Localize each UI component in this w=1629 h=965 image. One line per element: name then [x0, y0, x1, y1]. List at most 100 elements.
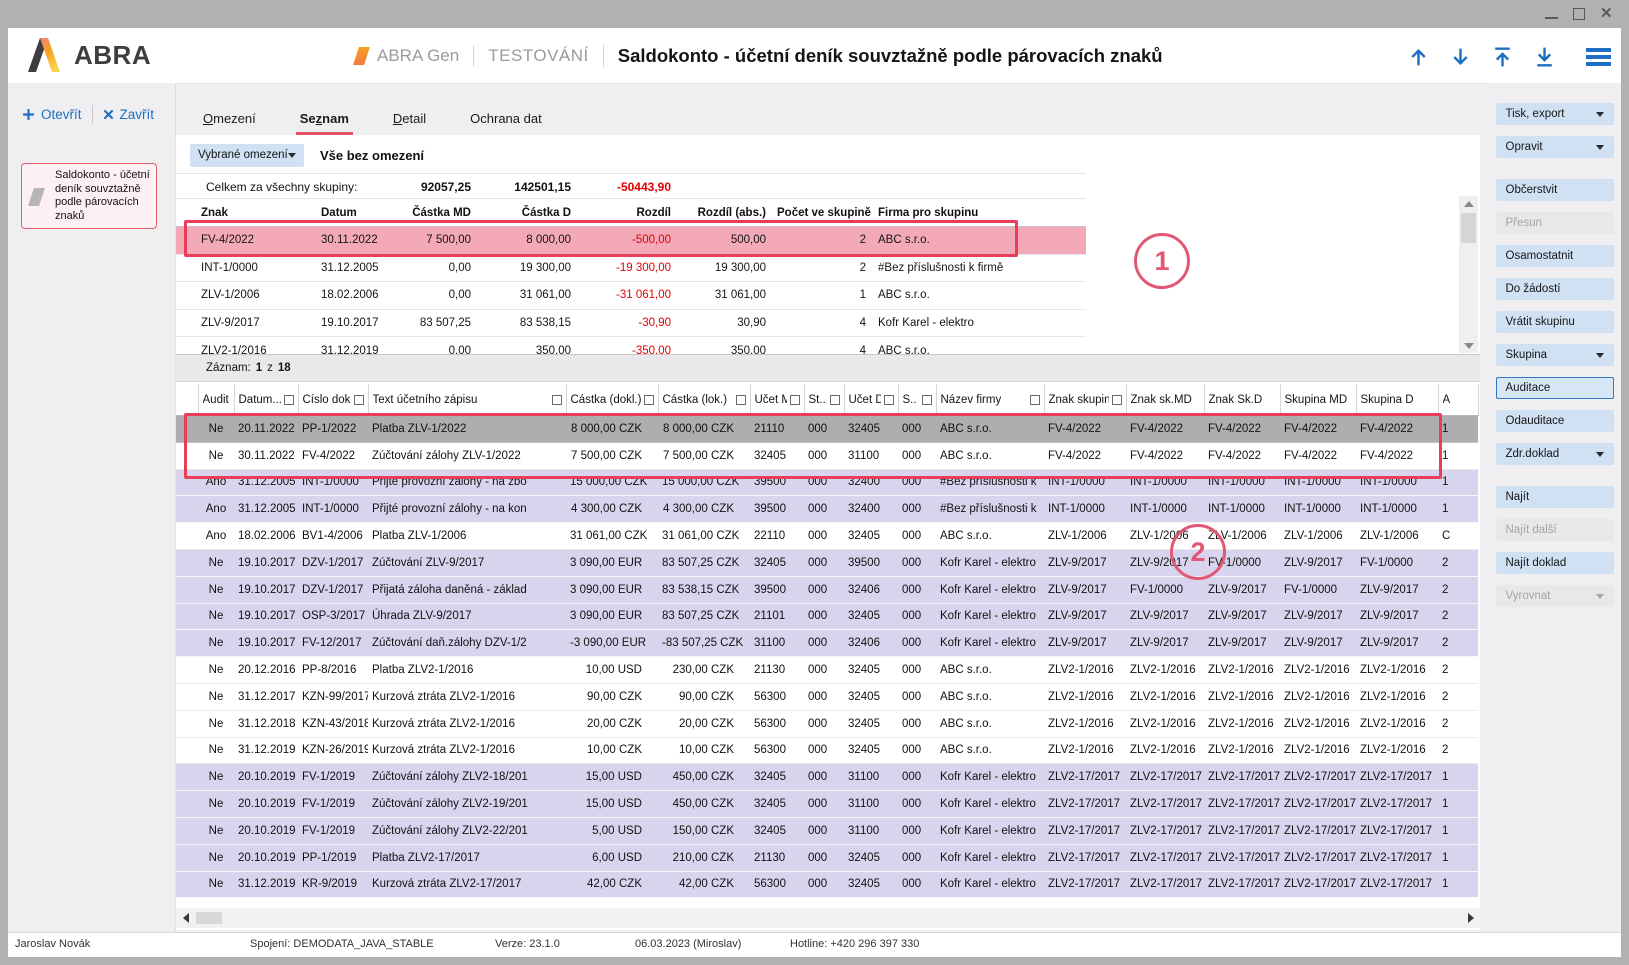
window-titlebar[interactable]: ✕	[0, 0, 1629, 28]
filter-checkbox-icon[interactable]	[552, 395, 562, 405]
scroll-right-icon[interactable]	[1463, 908, 1479, 928]
journal-col-text-etn-ho-z-pisu[interactable]: Text účetního zápisu	[368, 384, 566, 416]
filter-checkbox-icon[interactable]	[644, 395, 654, 405]
journal-row[interactable]: Ne20.10.2019FV-1/2019Zúčtování zálohy ZL…	[176, 764, 1478, 791]
scroll-up-icon[interactable]	[1459, 196, 1478, 211]
journal-row[interactable]: Ne31.12.2019KZN-26/2019Kurzová ztráta ZL…	[176, 737, 1478, 764]
arrow-up-to-top-icon[interactable]	[1490, 44, 1515, 70]
action-vr-tit-skupinu[interactable]: Vrátit skupinu	[1496, 311, 1614, 333]
scroll-down-icon[interactable]	[1459, 338, 1478, 353]
scrollbar-thumb[interactable]	[196, 912, 222, 924]
filter-checkbox-icon[interactable]	[1030, 395, 1040, 405]
journal-row[interactable]: Ne19.10.2017DZV-1/2017Přijatá záloha dan…	[176, 576, 1478, 603]
tab-detail[interactable]: Detail	[393, 111, 426, 135]
action-skupina[interactable]: Skupina	[1496, 344, 1614, 366]
journal-col-slo-dokladu[interactable]: Číslo dokladu	[298, 384, 368, 416]
groups-col-datum[interactable]: Datum	[306, 199, 386, 227]
groups-col-rozd-l[interactable]: Rozdíl	[581, 199, 681, 227]
maximize-icon[interactable]	[1570, 6, 1588, 22]
arrow-down-icon[interactable]	[1448, 44, 1473, 70]
filter-checkbox-icon[interactable]	[790, 395, 800, 405]
arrow-up-icon[interactable]	[1406, 44, 1431, 70]
selected-restriction-dropdown[interactable]: Vybrané omezení	[190, 144, 304, 167]
group-row[interactable]: ZLV-9/201719.10.201783 507,2583 538,15-3…	[176, 309, 1086, 337]
open-window-tile[interactable]: Saldokonto - účetní deník souvztažně pod…	[21, 163, 157, 229]
journal-row[interactable]: Ne20.11.2022PP-1/2022Platba ZLV-1/20228 …	[176, 416, 1478, 443]
open-button[interactable]: Otevřít	[22, 107, 82, 122]
journal-col-znak-skupiny[interactable]: Znak skupiny	[1044, 384, 1126, 416]
action-do-dost[interactable]: Do žádostí	[1496, 278, 1614, 300]
tab-seznam[interactable]: Seznam	[300, 111, 349, 135]
menu-icon[interactable]	[1586, 48, 1611, 65]
action-tisk-export[interactable]: Tisk, export	[1496, 103, 1614, 125]
journal-row[interactable]: Ne19.10.2017DZV-1/2017Zúčtování ZLV-9/20…	[176, 549, 1478, 576]
journal-col-n-zev-firmy[interactable]: Název firmy	[936, 384, 1044, 416]
journal-row[interactable]: Ano31.12.2005INT-1/0000Přijté provozní z…	[176, 496, 1478, 523]
journal-col-stka-dokl[interactable]: Částka (dokl.)	[566, 384, 658, 416]
journal-col-stka-lok[interactable]: Částka (lok.)	[658, 384, 750, 416]
journal-col-znak-sk-d[interactable]: Znak Sk.D	[1204, 384, 1280, 416]
action-naj-t[interactable]: Najít	[1496, 486, 1614, 508]
groups-col-stka-d[interactable]: Částka D	[481, 199, 581, 227]
journal-cell: 31100	[844, 817, 898, 844]
journal-col-et-md[interactable]: Účet MD	[750, 384, 804, 416]
journal-col-znak-sk-md[interactable]: Znak sk.MD	[1126, 384, 1204, 416]
action-opravit[interactable]: Opravit	[1496, 136, 1614, 158]
action-naj-t-doklad[interactable]: Najít doklad	[1496, 552, 1614, 574]
journal-row[interactable]: Ne30.11.2022FV-4/2022Zúčtování zálohy ZL…	[176, 442, 1478, 469]
journal-row[interactable]: Ano31.12.2005INT-1/0000Přijté provozní z…	[176, 469, 1478, 496]
groups-col-znak[interactable]: Znak	[176, 199, 306, 227]
journal-row[interactable]: Ne20.10.2019FV-1/2019Zúčtování zálohy ZL…	[176, 791, 1478, 818]
status-bar: Jaroslav Novák Spojení: DEMODATA_JAVA_ST…	[8, 932, 1621, 957]
journal-col-skupina-d[interactable]: Skupina D	[1356, 384, 1438, 416]
action-auditace[interactable]: Auditace	[1496, 377, 1614, 399]
groups-col-stka-md[interactable]: Částka MD	[386, 199, 481, 227]
scroll-left-icon[interactable]	[178, 908, 194, 928]
journal-row[interactable]: Ne19.10.2017OSP-3/2017Úhrada ZLV-9/20173…	[176, 603, 1478, 630]
groups-col-rozd-l-abs[interactable]: Rozdíl (abs.)	[681, 199, 776, 227]
scrollbar-thumb[interactable]	[1461, 213, 1476, 243]
action-odauditace[interactable]: Odauditace	[1496, 410, 1614, 432]
app-name[interactable]: ABRA Gen	[377, 46, 459, 66]
journal-col-et-d[interactable]: Účet D	[844, 384, 898, 416]
journal-row[interactable]: Ne20.10.2019FV-1/2019Zúčtování zálohy ZL…	[176, 817, 1478, 844]
arrow-down-to-bottom-icon[interactable]	[1532, 44, 1557, 70]
minimize-icon[interactable]	[1543, 6, 1561, 22]
journal-row[interactable]: Ne20.10.2019PP-1/2019Platba ZLV2-17/2017…	[176, 844, 1478, 871]
groups-col-po-et-ve-skupin[interactable]: Počet ve skupině	[776, 199, 876, 227]
row-gutter	[176, 657, 198, 684]
filter-checkbox-icon[interactable]	[1112, 395, 1122, 405]
tab-ochrana-dat[interactable]: Ochrana dat	[470, 111, 542, 135]
journal-row[interactable]: Ne31.12.2018KZN-43/2018Kurzová ztráta ZL…	[176, 710, 1478, 737]
action-zdr-doklad[interactable]: Zdr.doklad	[1496, 443, 1614, 465]
filter-checkbox-icon[interactable]	[922, 395, 932, 405]
filter-checkbox-icon[interactable]	[884, 395, 894, 405]
journal-col-s[interactable]: S..	[898, 384, 936, 416]
journal-row[interactable]: Ano18.02.2006BV1-4/2006Platba ZLV-1/2006…	[176, 523, 1478, 550]
journal-row[interactable]: Ne19.10.2017FV-12/2017Zúčtování daň.zálo…	[176, 630, 1478, 657]
group-row[interactable]: FV-4/202230.11.20227 500,008 000,00-500,…	[176, 227, 1086, 255]
groups-col-firma-pro-skupinu[interactable]: Firma pro skupinu	[876, 199, 1086, 227]
close-icon[interactable]: ✕	[1600, 6, 1618, 22]
journal-col-audit[interactable]: Audit	[198, 384, 234, 416]
journal-row[interactable]: Ne31.12.2019KR-9/2019Kurzová ztráta ZLV2…	[176, 871, 1478, 898]
action-osamostatnit[interactable]: Osamostatnit	[1496, 245, 1614, 267]
close-window-button[interactable]: Zavřít	[103, 107, 155, 122]
journal-col-a[interactable]: A	[1438, 384, 1478, 416]
group-row[interactable]: INT-1/000031.12.20050,0019 300,00-19 300…	[176, 254, 1086, 282]
filter-checkbox-icon[interactable]	[830, 395, 840, 405]
journal-horizontal-scrollbar[interactable]	[176, 908, 1480, 928]
journal-col-st[interactable]: St...	[804, 384, 844, 416]
journal-col-datum[interactable]: Datum...	[234, 384, 298, 416]
tab-omezen[interactable]: Omezení	[203, 111, 256, 135]
journal-col-skupina-md[interactable]: Skupina MD	[1280, 384, 1356, 416]
action-ob-erstvit[interactable]: Občerstvit	[1496, 179, 1614, 201]
filter-checkbox-icon[interactable]	[284, 395, 294, 405]
groups-vertical-scrollbar[interactable]	[1459, 196, 1478, 353]
filter-checkbox-icon[interactable]	[736, 395, 746, 405]
filter-checkbox-icon[interactable]	[354, 395, 364, 405]
group-row[interactable]: ZLV-1/200618.02.20060,0031 061,00-31 061…	[176, 282, 1086, 310]
journal-cell: 15 000,00 CZK	[658, 469, 750, 496]
journal-row[interactable]: Ne20.12.2016PP-8/2016Platba ZLV2-1/20161…	[176, 657, 1478, 684]
journal-row[interactable]: Ne31.12.2017KZN-99/2017Kurzová ztráta ZL…	[176, 683, 1478, 710]
